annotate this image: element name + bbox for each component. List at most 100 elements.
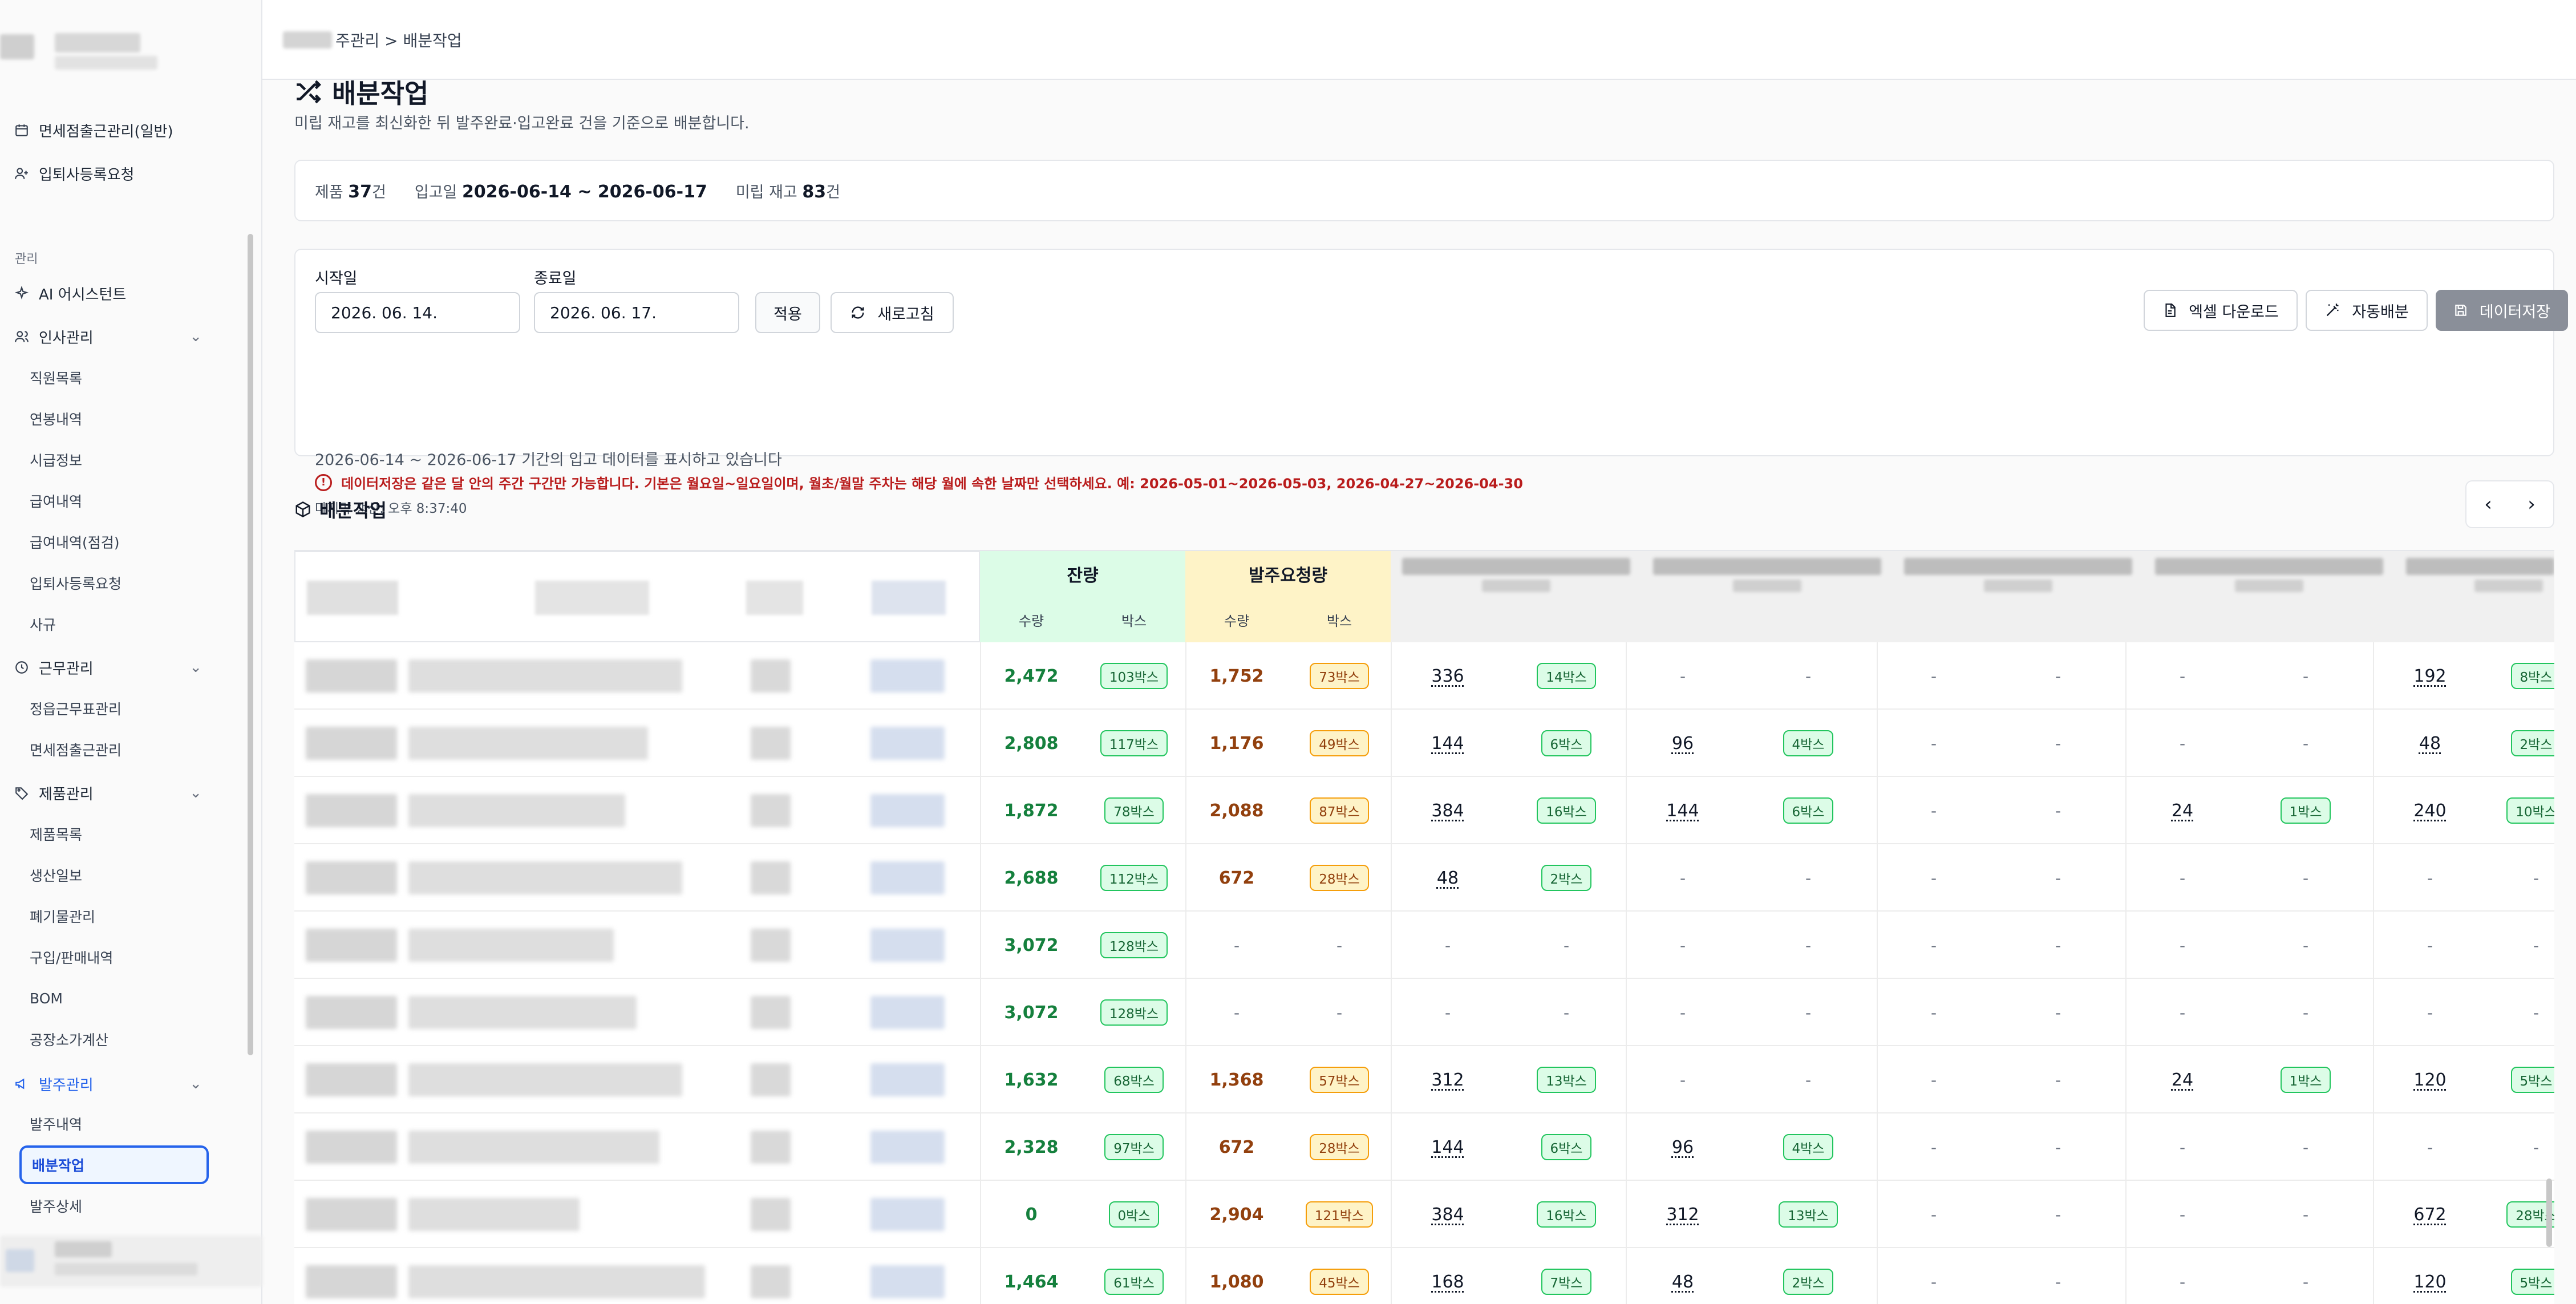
apply-button[interactable]: 적용 (755, 292, 820, 333)
table-row[interactable]: 2,328 97박스 672 28박스 144 6박스 96 4박스 - - - - - - (294, 1113, 2554, 1181)
next-page-button[interactable]: › (2528, 493, 2536, 516)
store-qty-cell: - (1679, 868, 1686, 888)
store-qty-cell: - (2427, 1003, 2433, 1022)
sidebar-item-purchase-sales[interactable]: 구입/판매내역 (30, 941, 113, 973)
sidebar-item-factory-cost[interactable]: 공장소가계산 (30, 1023, 108, 1055)
table-row[interactable]: 1,872 78박스 2,088 87박스 384 16박스 144 6박스 - - 24 1박스 24… (294, 777, 2554, 844)
store-qty-cell: - (1444, 936, 1451, 955)
order-request-header: 발주요청량 수량 박스 (1185, 551, 1391, 642)
order-box-header: 박스 (1326, 613, 1352, 629)
table-row[interactable]: 2,808 117박스 1,176 49박스 144 6박스 96 4박스 - - - - 48 2박스 (294, 710, 2554, 777)
sidebar-item-distribution[interactable]: 배분작업 (19, 1145, 209, 1184)
store-box-cell: 4박스 (1751, 1113, 1865, 1181)
sidebar-item-ai-assistant[interactable]: AI 어시스턴트 (13, 276, 246, 310)
table-row[interactable]: 3,072 128박스 - - - - - - - - - - - - (294, 912, 2554, 979)
page-description: 미립 재고를 최신화한 뒤 발주완료·입고완료 건을 기준으로 배분합니다. (294, 115, 750, 132)
end-date-label: 종료일 (534, 270, 577, 287)
blurred-cell (870, 996, 945, 1029)
sidebar-group-work[interactable]: 근무관리 ⌄ (13, 650, 246, 685)
store-box-cell: - (2533, 1137, 2539, 1157)
remaining-qty-cell: 1,464 (1004, 1271, 1059, 1292)
main-content: 배분작업 미립 재고를 최신화한 뒤 발주완료·입고완료 건을 기준으로 배분합… (262, 78, 2576, 1304)
blurred-cell (408, 1265, 705, 1298)
order-qty-cell: 672 (1218, 1137, 1255, 1157)
sidebar-item-duty-free-attendance-general[interactable]: 면세점출근관리(일반) (13, 113, 246, 147)
sidebar-item-payroll[interactable]: 급여내역 (30, 485, 82, 517)
store-qty-cell: - (1930, 868, 1937, 888)
order-qty-cell: 1,752 (1209, 666, 1264, 686)
start-date-input[interactable]: 2026. 06. 14. (315, 292, 520, 333)
summary-products: 제품 37건 (315, 181, 386, 202)
remaining-box-header: 박스 (1121, 613, 1147, 629)
table-row[interactable]: 1,632 68박스 1,368 57박스 312 13박스 - - - - 24 1박스 120 5박스 (294, 1046, 2554, 1113)
store-qty-cell: - (2179, 1137, 2186, 1157)
blurred-cell (408, 996, 637, 1029)
store-qty-cell: - (1930, 1003, 1937, 1022)
sidebar-item-production-daily[interactable]: 생산일보 (30, 859, 82, 891)
table-row[interactable]: 2,472 103박스 1,752 73박스 336 14박스 - - - - - - 192 8박스 (294, 642, 2554, 710)
store-qty-cell: 192 (2413, 666, 2447, 686)
table-row[interactable]: 3,072 128박스 - - - - - - - - - - - - (294, 979, 2554, 1046)
blurred-cell (306, 861, 397, 894)
store-qty-cell: 384 (1431, 800, 1464, 821)
blurred-cell (306, 659, 397, 693)
store-box-cell: - (2533, 936, 2539, 955)
blurred-cell (751, 659, 791, 693)
store-qty-cell: 312 (1431, 1070, 1464, 1090)
sidebar-item-bom[interactable]: BOM (30, 982, 63, 1014)
blurred-cell (751, 996, 791, 1029)
sidebar-item-hourly-info[interactable]: 시급정보 (30, 444, 82, 476)
store-qty-cell: - (2179, 1205, 2186, 1224)
sidebar-item-salary-history[interactable]: 연봉내역 (30, 403, 82, 435)
excel-download-button[interactable]: 엑셀 다운로드 (2144, 290, 2298, 331)
remaining-qty-cell: 1,872 (1004, 800, 1059, 821)
sidebar-item-duty-free-attendance[interactable]: 면세점출근관리 (30, 734, 121, 766)
table-row[interactable]: 1,464 61박스 1,080 45박스 168 7박스 48 2박스 - - - - 120 5박스 (294, 1248, 2554, 1304)
store-qty-cell: - (2179, 734, 2186, 753)
sidebar-item-join-leave-request[interactable]: 입퇴사등록요청 (13, 156, 246, 191)
table-scrollbar[interactable] (2546, 1179, 2552, 1247)
blurred-cell (408, 659, 682, 693)
logo (0, 23, 262, 80)
breadcrumb: 주관리 > 배분작업 (283, 29, 462, 51)
end-date-input[interactable]: 2026. 06. 17. (534, 292, 739, 333)
store-box-cell: - (2533, 868, 2539, 888)
store-qty-cell: - (1679, 936, 1686, 955)
sidebar-item-payroll-check[interactable]: 급여내역(점검) (30, 526, 120, 558)
store-qty-cell: 24 (2171, 1070, 2194, 1090)
magic-wand-icon (2324, 302, 2340, 318)
remaining-box-cell: 68박스 (1083, 1046, 1185, 1113)
store-box-cell: - (1563, 1003, 1570, 1022)
sidebar-group-products[interactable]: 제품관리 ⌄ (13, 776, 246, 810)
table-row[interactable]: 0 0박스 2,904 121박스 384 16박스 312 13박스 - - - - 672 28박스 (294, 1181, 2554, 1248)
store-box-cell: - (1805, 1003, 1812, 1022)
sidebar-group-orders[interactable]: 발주관리 ⌄ (13, 1067, 246, 1101)
table-row[interactable]: 2,688 112박스 672 28박스 48 2박스 - - - - - - - - (294, 844, 2554, 912)
sidebar-scrollbar[interactable] (248, 234, 253, 1055)
sidebar-item-schedule[interactable]: 정읍근무표관리 (30, 693, 121, 724)
store-box-cell: - (2302, 734, 2309, 753)
order-qty-cell: 672 (1218, 868, 1255, 888)
remaining-box-cell: 61박스 (1083, 1248, 1185, 1304)
store-box-cell: 8박스 (2479, 642, 2554, 710)
sidebar-item-product-list[interactable]: 제품목록 (30, 818, 82, 850)
sidebar-item-order-history[interactable]: 발주내역 (30, 1108, 82, 1140)
order-qty-cell: - (1233, 936, 1240, 955)
user-profile[interactable] (0, 1226, 262, 1304)
blurred-cell (870, 1198, 945, 1231)
blurred-cell (408, 861, 682, 894)
prev-page-button[interactable]: ‹ (2484, 493, 2492, 516)
sidebar-group-hr[interactable]: 인사관리 ⌄ (13, 319, 246, 354)
sidebar-item-join-leave[interactable]: 입퇴사등록요청 (30, 567, 121, 599)
filter-card: 시작일 2026. 06. 14. 종료일 2026. 06. 17. 적용 새… (294, 249, 2568, 516)
sidebar-item-employees[interactable]: 직원목록 (30, 362, 82, 394)
sidebar-item-order-detail[interactable]: 발주상세 (30, 1190, 82, 1222)
page-title: 배분작업 (294, 73, 428, 111)
sidebar-item-waste[interactable]: 폐기물관리 (30, 900, 95, 932)
blurred-cell (751, 1198, 791, 1231)
sidebar-item-company-rules[interactable]: 사규 (30, 608, 56, 640)
blurred-cell (870, 794, 945, 827)
refresh-button[interactable]: 새로고침 (831, 292, 954, 333)
save-data-button[interactable]: 데이터저장 (2436, 290, 2568, 331)
auto-distribute-button[interactable]: 자동배분 (2306, 290, 2428, 331)
